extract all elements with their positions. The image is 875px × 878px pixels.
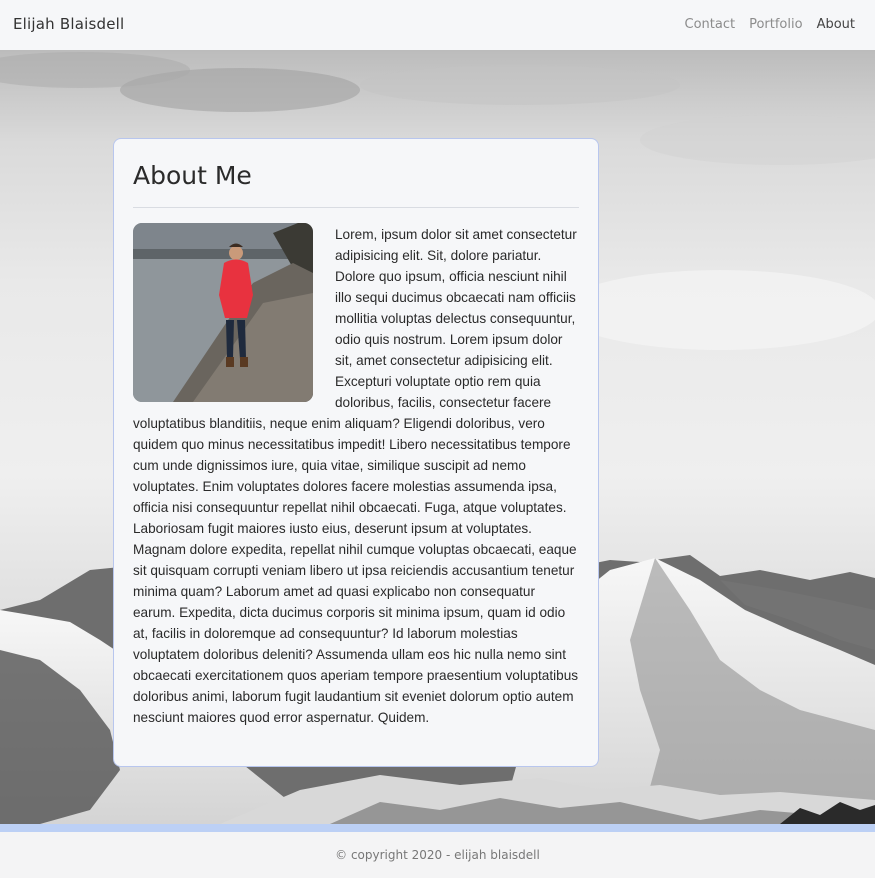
- footer-copyright: © copyright 2020 - elijah blaisdell: [335, 848, 540, 862]
- nav-links: Contact Portfolio About: [685, 17, 856, 32]
- title-divider: [133, 207, 579, 208]
- page-footer: © copyright 2020 - elijah blaisdell: [0, 832, 875, 878]
- nav-link-portfolio[interactable]: Portfolio: [749, 17, 802, 32]
- person-on-beach-image: [133, 223, 313, 402]
- nav-link-about[interactable]: About: [817, 17, 855, 32]
- about-card: About Me Lorem, ipsum dolor sit amet con…: [113, 138, 599, 767]
- brand-link[interactable]: Elijah Blaisdell: [13, 15, 124, 33]
- about-title: About Me: [133, 161, 252, 190]
- nav-link-contact[interactable]: Contact: [685, 17, 736, 32]
- profile-photo: [133, 223, 313, 402]
- accent-strip: [0, 824, 875, 832]
- top-navbar: Elijah Blaisdell Contact Portfolio About: [0, 0, 875, 50]
